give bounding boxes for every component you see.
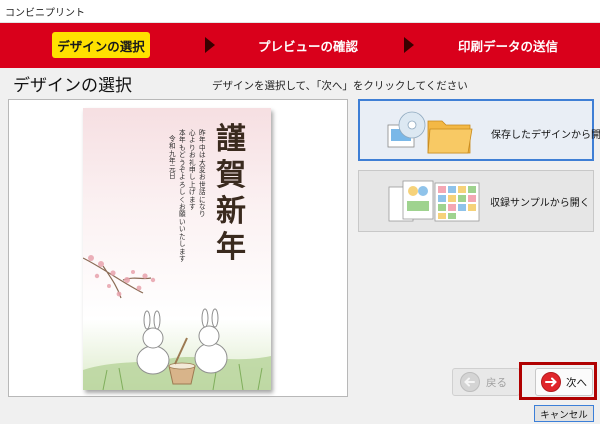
page-title: デザインの選択 [13,76,132,96]
cancel-button[interactable]: キャンセル [534,405,594,422]
window-title: コンビニプリント [5,8,85,19]
open-saved-design-button[interactable]: 保存したデザインから開く [358,99,600,161]
card-main-greeting: 謹 賀 新 年 [216,122,246,265]
next-arrow-icon [541,372,561,392]
step-preview: プレビューの確認 [257,38,358,54]
open-sample-label: 収録サンプルから開く [490,198,590,209]
step-arrow-icon [205,37,215,53]
open-saved-label: 保存したデザインから開く [491,130,600,141]
open-sample-button[interactable]: 収録サンプルから開く [358,170,594,232]
instruction-text: デザインを選択して、「次へ」をクリックしてください [212,80,468,92]
back-button[interactable]: 戻る [452,368,520,396]
design-preview-panel: 謹 賀 新 年 昨年中は大変お世話になり 心よりお礼申し上げます 本年もどうぞよ… [8,99,348,397]
card-message: 昨年中は大変お世話になり 心よりお礼申し上げます 本年もどうぞよろしくお願いいた… [169,129,206,263]
step-arrow-icon [404,37,414,53]
next-label: 次へ [566,376,587,389]
postcard-preview: 謹 賀 新 年 昨年中は大変お世話になり 心よりお礼申し上げます 本年もどうぞよ… [83,108,271,390]
step-send-print-data: 印刷データの送信 [457,38,558,54]
title-bar: コンビニプリント [0,0,600,23]
disc-folder-icon [387,111,473,154]
sample-cards-icon [388,180,480,222]
back-arrow-icon [460,372,480,392]
step-indicator: デザインの選択 プレビューの確認 印刷データの送信 [0,23,600,68]
next-button[interactable]: 次へ [535,368,593,396]
back-label: 戻る [486,376,507,389]
step-design-select: デザインの選択 [52,32,150,58]
